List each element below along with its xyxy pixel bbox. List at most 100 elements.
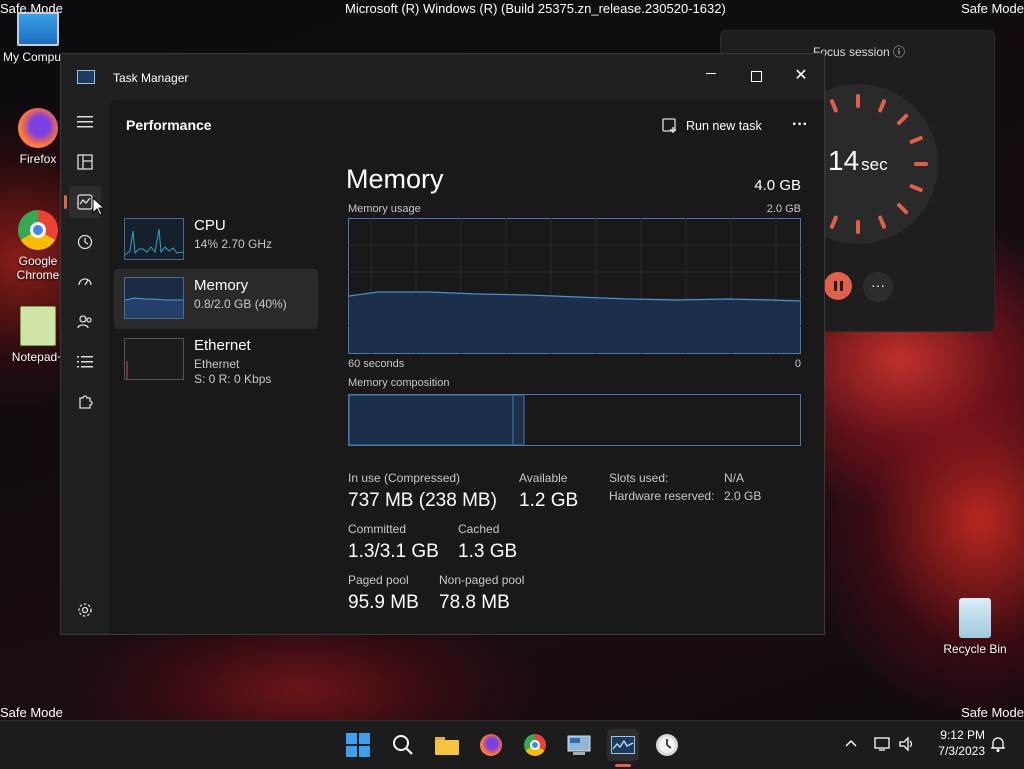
nav-settings[interactable] <box>69 594 101 626</box>
nav-startup-apps[interactable] <box>69 266 101 298</box>
graph-x-right: 0 <box>794 358 801 370</box>
info-icon[interactable]: ⓘ <box>893 45 905 59</box>
nav-rail <box>61 100 109 634</box>
perf-item-detail: 14% 2.70 GHz <box>194 237 273 251</box>
slots-used-label: Slots used: <box>609 471 669 485</box>
non-paged-pool-label: Non-paged pool <box>439 573 525 587</box>
pause-icon <box>833 281 843 291</box>
nav-processes[interactable] <box>69 146 101 178</box>
cpu-thumbnail-graph <box>124 218 184 260</box>
chrome-icon <box>524 734 546 756</box>
notepad-plus-icon <box>20 306 56 346</box>
nav-users[interactable] <box>69 306 101 338</box>
firefox-icon <box>480 734 502 756</box>
task-manager-app-icon <box>77 70 95 84</box>
safe-mode-top-right: Safe Mode <box>961 1 1024 16</box>
taskbar-control-panel[interactable] <box>563 729 595 761</box>
ethernet-thumbnail-graph <box>124 338 184 380</box>
notifications-button[interactable] <box>990 735 1006 758</box>
taskbar-clock-app[interactable] <box>651 729 683 761</box>
taskbar-task-manager[interactable] <box>607 729 639 767</box>
hamburger-menu-button[interactable] <box>69 106 101 138</box>
safe-mode-bottom-left: Safe Mode <box>0 705 63 720</box>
network-status-icon[interactable] <box>874 735 892 758</box>
chevron-up-icon <box>845 739 857 747</box>
history-icon <box>77 234 93 250</box>
nav-app-history[interactable] <box>69 226 101 258</box>
notification-bell-icon <box>991 737 1005 752</box>
start-button[interactable] <box>342 729 374 761</box>
task-manager-window: Task Manager ✕ Performance Run new task … <box>60 53 825 635</box>
perf-item-ethernet[interactable]: Ethernet Ethernet S: 0 R: 0 Kbps <box>114 330 316 388</box>
title-bar[interactable]: Task Manager ✕ <box>61 54 824 100</box>
task-manager-icon <box>611 736 635 754</box>
perf-item-name: Memory <box>194 277 249 294</box>
graph-x-left: 60 seconds <box>348 358 405 370</box>
close-button[interactable]: ✕ <box>783 62 819 90</box>
committed-label: Committed <box>348 522 407 536</box>
taskbar-file-explorer[interactable] <box>431 729 463 761</box>
search-button[interactable] <box>387 729 419 761</box>
minimize-button[interactable] <box>693 62 729 90</box>
nav-selected-indicator <box>64 195 67 209</box>
clock-icon <box>656 734 678 756</box>
volume-icon[interactable] <box>898 735 916 758</box>
memory-usage-graph <box>348 218 801 354</box>
active-app-indicator <box>615 764 631 767</box>
slots-used-value: N/A <box>724 471 745 485</box>
desktop-icon-label: Recycle Bin <box>943 642 1007 656</box>
nav-services[interactable] <box>69 386 101 418</box>
perf-item-name: Ethernet <box>194 337 251 354</box>
cached-label: Cached <box>458 522 500 536</box>
pause-button[interactable] <box>824 272 852 300</box>
chrome-icon <box>18 210 58 250</box>
main-content: Performance Run new task ··· CPU 14% 2.7… <box>109 100 824 634</box>
available-value: 1.2 GB <box>519 490 579 511</box>
mouse-cursor-icon <box>92 197 106 216</box>
windows-logo-icon <box>346 733 370 757</box>
computer-icon <box>17 12 59 46</box>
focus-more-button[interactable]: ··· <box>863 272 893 302</box>
perf-item-detail-2: S: 0 R: 0 Kbps <box>194 372 272 386</box>
performance-icon <box>77 194 93 210</box>
close-icon: ✕ <box>794 67 808 84</box>
non-paged-pool-value: 78.8 MB <box>439 592 510 613</box>
perf-item-name: CPU <box>194 217 226 234</box>
details-list-icon <box>77 356 93 368</box>
build-text: Microsoft (R) Windows (R) (Build 25375.z… <box>345 1 726 16</box>
puzzle-icon <box>79 395 93 409</box>
taskbar-chrome[interactable] <box>519 729 551 761</box>
perf-item-cpu[interactable]: CPU 14% 2.70 GHz <box>114 210 316 268</box>
in-use-value: 737 MB (238 MB) <box>348 490 497 511</box>
page-title: Performance <box>126 117 212 133</box>
hardware-reserved-label: Hardware reserved: <box>609 489 715 503</box>
processes-icon <box>77 154 93 170</box>
more-options-button[interactable]: ··· <box>786 112 814 140</box>
paged-pool-value: 95.9 MB <box>348 592 419 613</box>
memory-total: 4.0 GB <box>754 177 801 194</box>
run-new-task-button[interactable]: Run new task <box>662 112 762 140</box>
memory-heading: Memory <box>346 164 444 194</box>
memory-thumbnail-graph <box>124 277 184 319</box>
show-hidden-icons-button[interactable] <box>842 735 860 753</box>
focus-session-title: Focus session ⓘ <box>813 45 906 59</box>
perf-item-detail: Ethernet <box>194 357 240 371</box>
in-use-label: In use (Compressed) <box>348 471 461 485</box>
memory-usage-max: 2.0 GB <box>766 203 801 215</box>
memory-composition-label: Memory composition <box>348 377 450 389</box>
firefox-icon <box>18 108 58 148</box>
users-icon <box>77 315 92 329</box>
nav-details[interactable] <box>69 346 101 378</box>
maximize-icon <box>750 70 762 82</box>
perf-item-detail: 0.8/2.0 GB (40%) <box>194 297 287 311</box>
clock-area[interactable]: 9:12 PM 7/3/2023 <box>925 727 985 759</box>
safe-mode-bottom-right: Safe Mode <box>961 705 1024 720</box>
maximize-button[interactable] <box>738 62 774 90</box>
window-title: Task Manager <box>113 71 189 85</box>
taskbar: 9:12 PM 7/3/2023 <box>0 720 1024 769</box>
desktop-icon-recycle-bin[interactable]: Recycle Bin <box>940 598 1010 656</box>
minimize-icon <box>706 73 716 75</box>
clock-time: 9:12 PM <box>940 728 985 742</box>
perf-item-memory[interactable]: Memory 0.8/2.0 GB (40%) <box>114 269 318 329</box>
taskbar-firefox[interactable] <box>475 729 507 761</box>
